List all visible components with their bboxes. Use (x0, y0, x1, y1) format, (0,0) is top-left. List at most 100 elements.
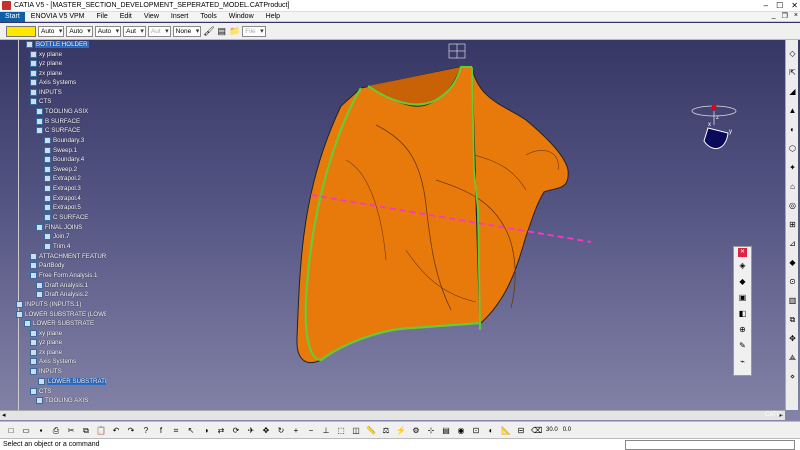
tree-node[interactable]: PartBody (30, 261, 64, 270)
color-swatch-dropdown[interactable] (6, 25, 36, 37)
right-tool-8-icon[interactable]: ⌂ (787, 181, 798, 192)
pan-icon[interactable]: ✥ (261, 425, 271, 436)
palette-close-icon[interactable]: ✕ (738, 248, 747, 257)
render-icon[interactable]: ◫ (351, 425, 361, 436)
tree-node[interactable]: Axis Systems (30, 357, 76, 366)
zoom-in-icon[interactable]: + (291, 425, 301, 436)
tree-node[interactable]: INPUTS (INPUTS.1) (16, 300, 81, 309)
scroll-left-arrow-icon[interactable]: ◂ (2, 411, 6, 421)
right-tool-9-icon[interactable]: ◎ (787, 200, 798, 211)
tree-node[interactable]: C SURFACE (36, 126, 80, 135)
palette-tool-2-icon[interactable]: ◆ (735, 275, 750, 289)
views-icon[interactable]: ⬚ (336, 425, 346, 436)
compass-widget[interactable]: x y z (690, 95, 742, 170)
right-tool-16-icon[interactable]: ✥ (787, 333, 798, 344)
tree-node[interactable]: Boundary.4 (44, 155, 84, 164)
tree-node[interactable]: INPUTS (30, 88, 62, 97)
tree-node[interactable]: CTS (30, 387, 51, 396)
right-tool-15-icon[interactable]: ⧉ (787, 314, 798, 325)
new-icon[interactable]: □ (6, 425, 16, 436)
tree-node[interactable]: yz plane (30, 59, 62, 68)
cut-icon[interactable]: ✂ (66, 425, 76, 436)
zoom-box-icon[interactable]: ⊡ (471, 425, 481, 436)
menu-window[interactable]: Window (223, 12, 260, 22)
fog-icon[interactable]: f (156, 425, 166, 436)
right-tool-17-icon[interactable]: ⟁ (787, 352, 798, 363)
right-tool-7-icon[interactable]: ✦ (787, 162, 798, 173)
ruler-icon[interactable]: 📐 (501, 425, 511, 436)
command-input[interactable] (625, 440, 795, 450)
right-tool-11-icon[interactable]: ⊿ (787, 238, 798, 249)
minimize-button[interactable]: – (764, 0, 768, 12)
eraser-icon[interactable]: ⌫ (531, 425, 542, 436)
swap-icon[interactable]: ⇄ (216, 425, 226, 436)
analyze-icon[interactable]: ⚖ (381, 425, 391, 436)
close-button[interactable]: ✕ (791, 0, 798, 12)
menu-enovia[interactable]: ENOVIA V5 VPM (25, 12, 91, 22)
clip-icon[interactable]: ⊟ (516, 425, 526, 436)
scan-icon[interactable]: ◉ (456, 425, 466, 436)
menu-start[interactable]: Start (0, 11, 25, 22)
format-painter-icon[interactable]: 🖌 (203, 26, 214, 37)
copy-icon[interactable]: ⧉ (81, 425, 91, 436)
menu-insert[interactable]: Insert (165, 12, 195, 22)
rendering-style-dropdown[interactable]: Aut (147, 25, 171, 37)
transparency-dropdown[interactable]: Auto (38, 25, 65, 37)
maximize-button[interactable]: ☐ (776, 0, 783, 12)
tree-node[interactable]: xy plane (30, 50, 62, 59)
rotate-icon[interactable]: ↻ (276, 425, 286, 436)
right-tool-10-icon[interactable]: ⊞ (787, 219, 798, 230)
line-thickness-dropdown[interactable]: Auto (66, 25, 93, 37)
palette-tool-7-icon[interactable]: ⌁ (735, 355, 750, 369)
select-icon[interactable]: ↖ (186, 425, 196, 436)
quick-icon[interactable]: ⚡ (396, 425, 406, 436)
doc-minimize-button[interactable]: _ (772, 12, 776, 20)
update-icon[interactable]: ⟳ (231, 425, 241, 436)
tree-node[interactable]: LOWER SUBSTRATE (24, 319, 94, 328)
tree-node[interactable]: TOOLING ASIX (36, 107, 88, 116)
tree-node[interactable]: LOWER SUBSTRATE (LOWER SUBSTRATE.1) (16, 310, 106, 319)
palette-tool-6-icon[interactable]: ✎ (735, 339, 750, 353)
3d-viewport[interactable] (106, 40, 718, 410)
right-tool-1-icon[interactable]: ◇ (787, 48, 798, 59)
right-tool-3-icon[interactable]: ◢ (787, 86, 798, 97)
right-tool-5-icon[interactable]: ◐ (787, 124, 798, 135)
tree-scrollbar[interactable]: ◂ ▸ (0, 410, 785, 420)
tree-node[interactable]: Free Form Analysis.1 (30, 271, 97, 280)
fly-icon[interactable]: ✈ (246, 425, 256, 436)
tree-node[interactable]: Extrapol.3 (44, 184, 81, 193)
catalog-icon[interactable]: ▤ (441, 425, 451, 436)
palette-tool-4-icon[interactable]: ◧ (735, 307, 750, 321)
file-dropdown[interactable]: File (242, 25, 266, 37)
normal-icon[interactable]: ⊥ (321, 425, 331, 436)
zoom-out-icon[interactable]: − (306, 425, 316, 436)
tree-node[interactable]: Axis Systems (30, 78, 76, 87)
tree-node[interactable]: Extrapol.2 (44, 174, 81, 183)
tree-node[interactable]: B SURFACE (36, 117, 80, 126)
tree-icon[interactable]: ⌗ (171, 425, 181, 436)
layer-dropdown[interactable]: None (172, 25, 202, 37)
tree-node[interactable]: LOWER SUBSTRATE (38, 377, 106, 386)
properties-icon[interactable]: ▤ (216, 26, 227, 37)
open-icon[interactable]: ▭ (21, 425, 31, 436)
tree-node[interactable]: INPUTS (30, 367, 62, 376)
hide-icon[interactable]: ◑ (201, 425, 211, 436)
palette-tool-5-icon[interactable]: ⊕ (735, 323, 750, 337)
line-type-dropdown[interactable]: Auto (94, 25, 122, 37)
menu-tools[interactable]: Tools (194, 12, 222, 22)
menu-file[interactable]: File (90, 12, 113, 22)
point-symbol-dropdown[interactable]: Aut (123, 25, 146, 37)
menu-help[interactable]: Help (260, 12, 286, 22)
right-tool-12-icon[interactable]: ◆ (787, 257, 798, 268)
doc-close-button[interactable]: × (794, 12, 798, 20)
menu-view[interactable]: View (138, 12, 165, 22)
redo-icon[interactable]: ↷ (126, 425, 136, 436)
right-tool-2-icon[interactable]: ⇱ (787, 67, 798, 78)
folder-icon[interactable]: 📁 (229, 26, 240, 37)
tree-node[interactable]: CTS (30, 97, 51, 106)
tree-node[interactable]: ATTACHMENT FEATURES (30, 252, 106, 261)
tree-node[interactable]: Sweep.1 (44, 146, 77, 155)
right-tool-18-icon[interactable]: ⋄ (787, 371, 798, 382)
tree-node[interactable]: Draft Analysis.1 (36, 281, 88, 290)
undo-icon[interactable]: ↶ (111, 425, 121, 436)
